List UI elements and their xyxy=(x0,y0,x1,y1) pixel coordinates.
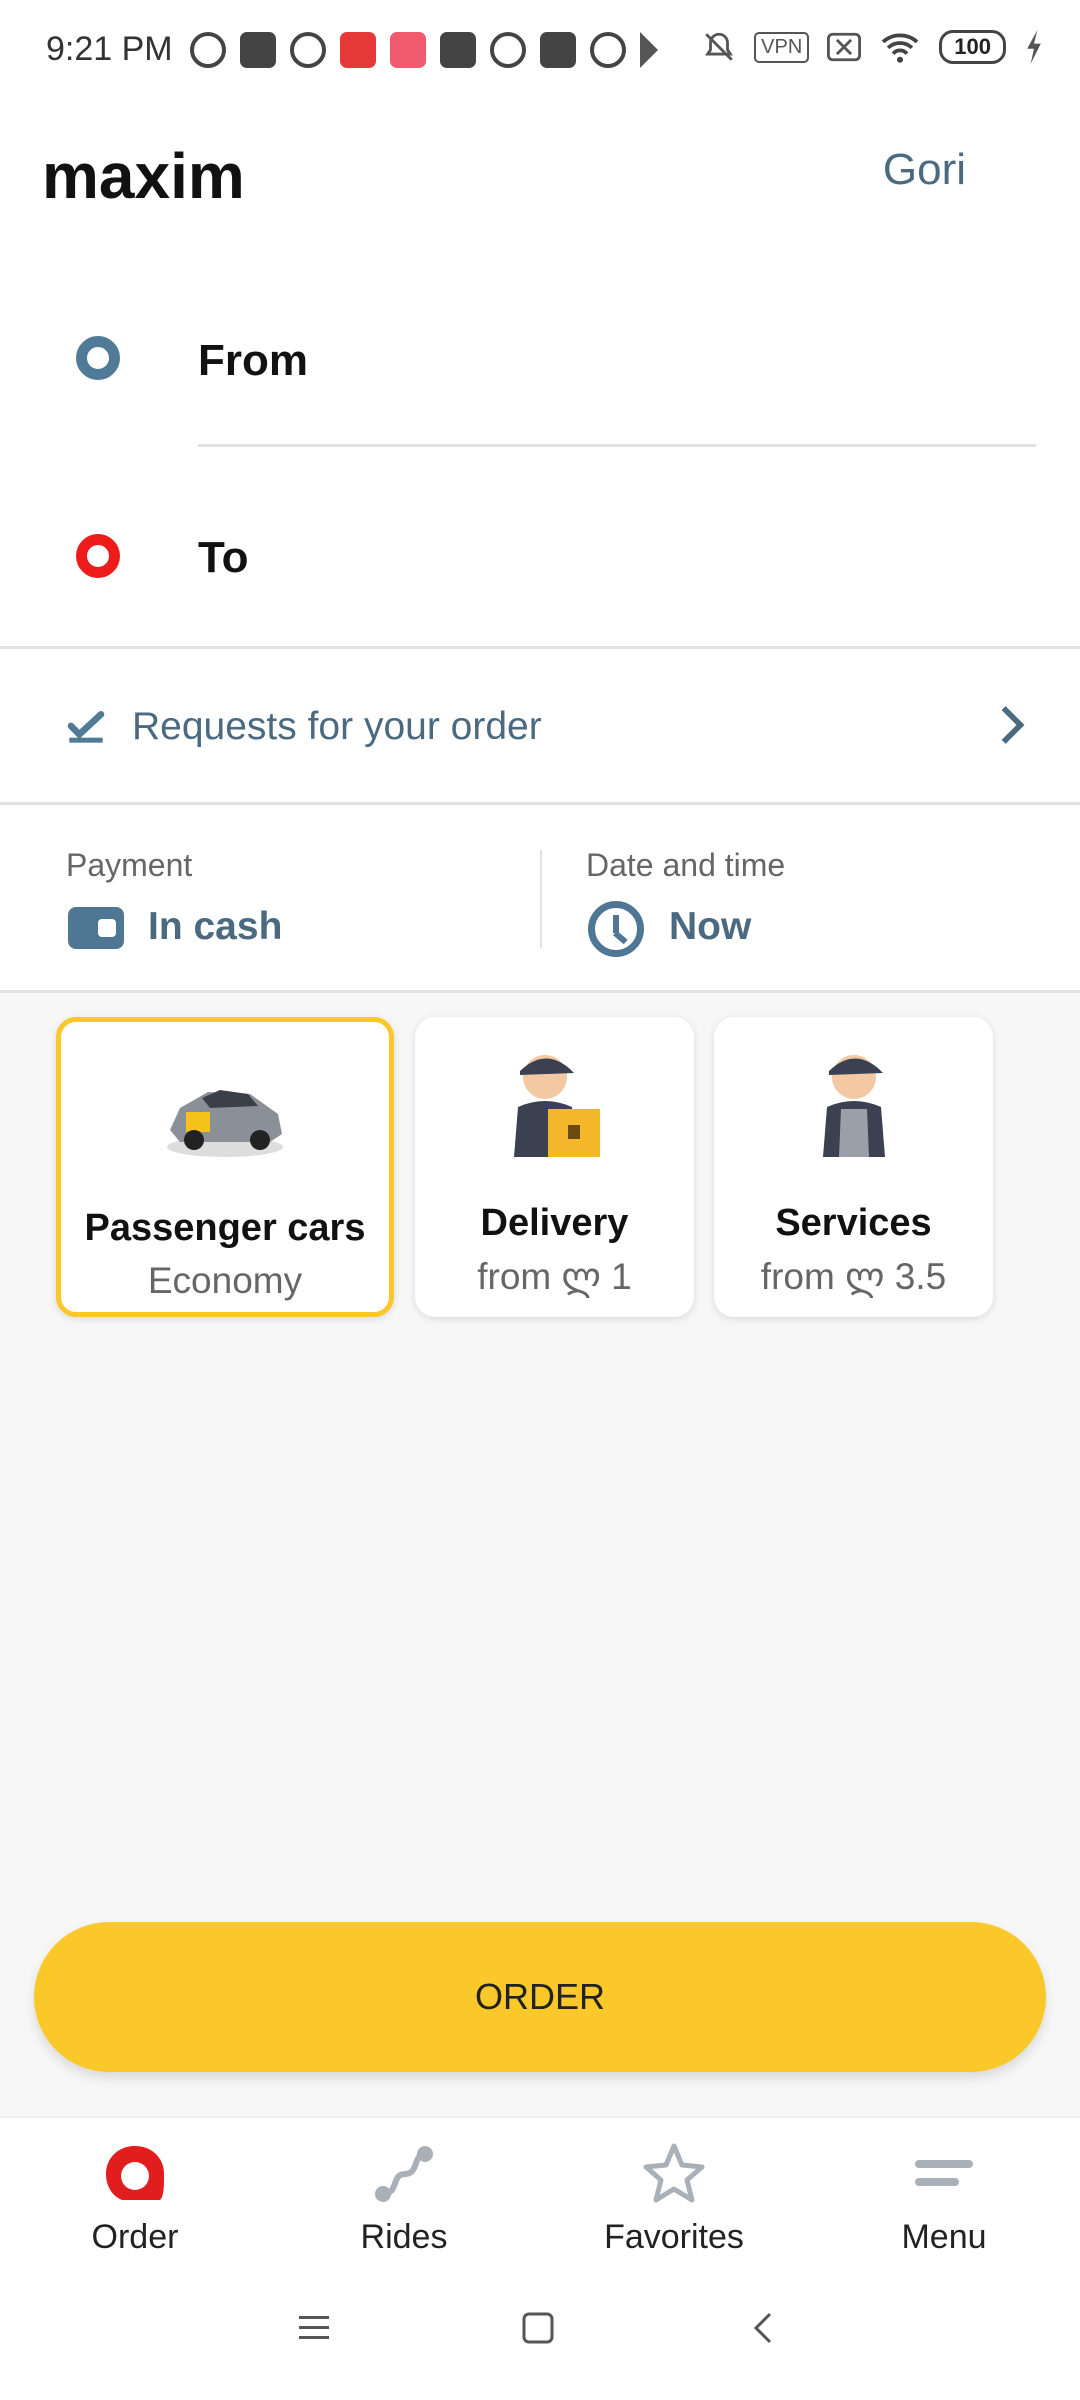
tariff-subtitle: from ლ 3.5 xyxy=(760,1256,947,1297)
divider xyxy=(0,990,1080,993)
car-icon xyxy=(167,1090,283,1157)
maxim-logo: maxim xyxy=(42,143,245,212)
tariff-subtitle: Economy xyxy=(147,1260,303,1301)
mute-bell-icon xyxy=(705,32,734,61)
payment-label: Payment xyxy=(66,847,193,883)
youtube-icon xyxy=(240,32,276,68)
wifi-icon xyxy=(882,33,919,63)
tariff-card-services[interactable]: Services from ლ 3.5 xyxy=(714,1017,993,1317)
nav-label: Favorites xyxy=(604,2218,744,2256)
shopping-app-icon xyxy=(340,32,376,68)
menu-icon xyxy=(915,2160,973,2186)
divider xyxy=(0,646,1080,649)
nav-label: Order xyxy=(91,2218,179,2256)
notification-icons xyxy=(190,32,658,68)
from-field[interactable]: From xyxy=(198,336,308,386)
battery-icon: 100 xyxy=(939,30,1006,64)
tariff-card-delivery[interactable]: Delivery from ლ 1 xyxy=(415,1017,694,1317)
charging-icon xyxy=(1027,30,1041,64)
sim-off-icon xyxy=(827,32,862,62)
tariff-title: Services xyxy=(775,1202,932,1244)
rides-icon xyxy=(375,2146,433,2202)
delivery-courier-icon xyxy=(513,1055,600,1157)
wallet-icon xyxy=(68,907,124,949)
services-worker-icon xyxy=(822,1055,885,1157)
city-selector[interactable]: Gori xyxy=(883,145,966,195)
payment-value: In cash xyxy=(148,905,283,948)
chevron-right-icon xyxy=(1001,706,1025,744)
nav-item-order[interactable]: Order xyxy=(35,2140,235,2257)
datetime-value: Now xyxy=(669,905,752,948)
divider xyxy=(0,802,1080,805)
divider xyxy=(198,444,1036,447)
nav-item-menu[interactable]: Menu xyxy=(844,2140,1044,2257)
datetime-label: Date and time xyxy=(586,847,786,883)
to-field[interactable]: To xyxy=(198,533,249,583)
from-dot-icon xyxy=(76,336,120,380)
nav-label: Rides xyxy=(360,2218,448,2256)
requests-label: Requests for your order xyxy=(132,705,542,748)
clock-icon xyxy=(588,901,644,957)
order-icon xyxy=(106,2146,164,2200)
download-icon xyxy=(540,32,576,68)
star-icon xyxy=(643,2143,705,2203)
to-dot-icon xyxy=(76,534,120,578)
youtube-icon xyxy=(440,32,476,68)
bottom-navigation: Order Rides Favorites Menu xyxy=(0,2116,1080,2400)
tariff-title: Delivery xyxy=(480,1202,629,1244)
order-button[interactable]: ORDER xyxy=(34,1922,1046,2072)
status-time: 9:21 PM xyxy=(46,30,173,68)
recent-apps-icon[interactable] xyxy=(296,2310,332,2346)
vpn-icon: VPN xyxy=(754,31,810,63)
app-notification-icon xyxy=(290,32,326,68)
status-bar: 9:21 PM VPN 100 xyxy=(0,0,1080,100)
tariff-title: Passenger cars xyxy=(84,1207,366,1249)
facebook-icon xyxy=(190,32,226,68)
nav-item-rides[interactable]: Rides xyxy=(304,2140,504,2257)
nav-item-favorites[interactable]: Favorites xyxy=(574,2140,774,2257)
tariff-subtitle: from ლ 1 xyxy=(477,1256,632,1297)
back-icon[interactable] xyxy=(746,2310,782,2346)
location-icon xyxy=(590,32,626,68)
tariff-card-passenger-cars[interactable]: Passenger cars Economy xyxy=(56,1017,394,1317)
divider xyxy=(540,850,542,948)
home-icon[interactable] xyxy=(520,2310,556,2346)
sale-app-icon xyxy=(390,32,426,68)
checkmark-icon xyxy=(67,711,105,743)
maxim-logo-text: maxim xyxy=(42,143,245,212)
app-notification-icon xyxy=(490,32,526,68)
system-status-icons: VPN 100 xyxy=(702,30,1044,64)
nav-label: Menu xyxy=(901,2218,987,2256)
send-icon xyxy=(640,32,658,68)
